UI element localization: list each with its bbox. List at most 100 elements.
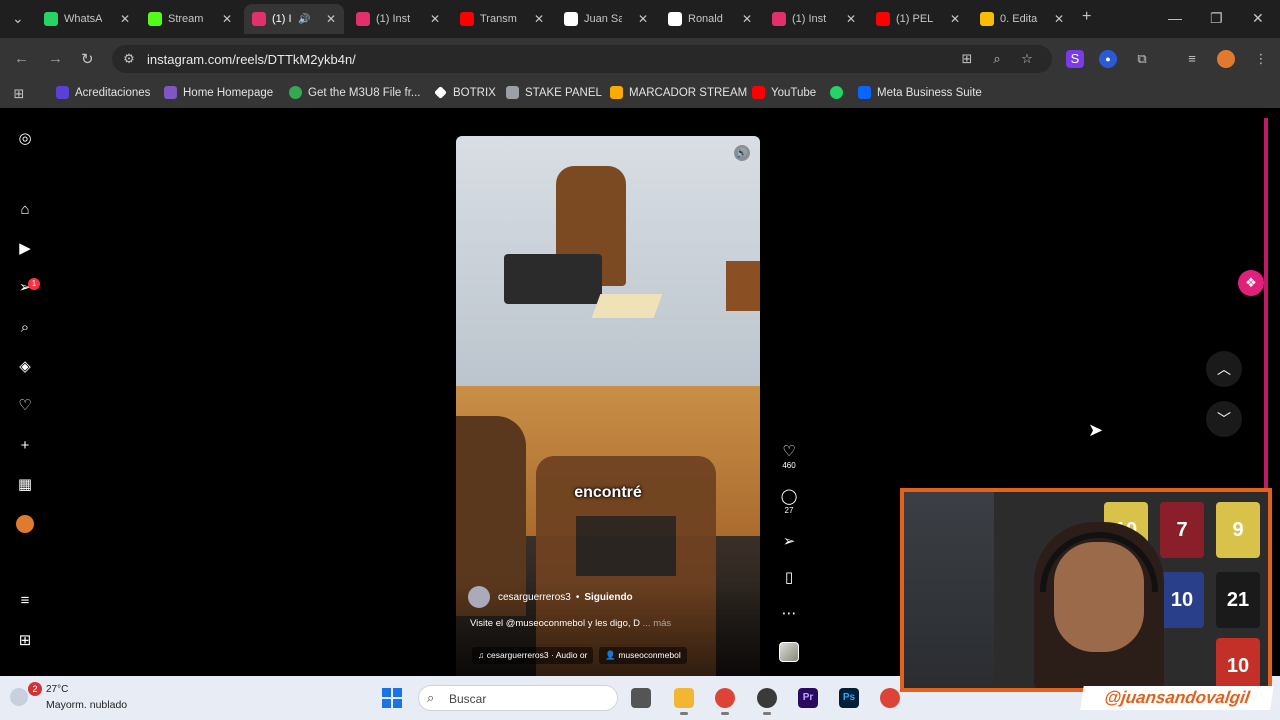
back-icon[interactable]: ← xyxy=(14,50,29,67)
tab-6[interactable]: Ronald ✕ xyxy=(660,4,760,34)
close-tab-icon[interactable]: ✕ xyxy=(742,12,752,26)
chrome-profile-icon[interactable] xyxy=(880,688,900,708)
extension-s-icon[interactable]: S xyxy=(1066,50,1084,68)
comment-button[interactable]: ◯ 27 xyxy=(778,487,800,515)
share-button[interactable]: ➢ xyxy=(778,532,800,550)
weather-widget[interactable]: 2 27°C Mayorm. nublado xyxy=(10,682,150,716)
previous-reel-button[interactable]: ︿ xyxy=(1206,351,1242,387)
tab-0[interactable]: WhatsA ✕ xyxy=(36,4,138,34)
create-icon[interactable]: + xyxy=(16,437,34,455)
close-window-icon[interactable]: ✕ xyxy=(1252,10,1264,27)
save-button[interactable]: ▯ xyxy=(778,568,800,586)
tagged-user-chip[interactable]: 👤 museoconmebol xyxy=(599,647,687,664)
start-button[interactable] xyxy=(382,688,402,708)
explore-icon[interactable]: ◈ xyxy=(16,358,34,376)
audio-chip[interactable]: ♫ cesarguerreros3 · Audio or xyxy=(472,647,594,664)
video-caption: encontré xyxy=(574,484,642,501)
next-reel-button[interactable]: ﹀ xyxy=(1206,401,1242,437)
reel-audio-row: ♫ cesarguerreros3 · Audio or 👤 museoconm… xyxy=(472,647,687,664)
notifications-heart-icon[interactable]: ♡ xyxy=(16,397,34,415)
tab-9[interactable]: 0. Edita ✕ xyxy=(972,4,1072,34)
apps-grid-icon[interactable]: ⊞ xyxy=(10,85,28,103)
dashboard-icon[interactable]: ▦ xyxy=(16,476,34,494)
video-book xyxy=(591,294,663,318)
bookmark-stake-panel[interactable]: STAKE PANEL xyxy=(506,86,602,99)
close-tab-icon[interactable]: ✕ xyxy=(638,12,648,26)
youtube-icon xyxy=(876,12,890,26)
mouse-cursor-icon: ➤ xyxy=(1088,420,1104,440)
tab-8[interactable]: (1) PEL ✕ xyxy=(868,4,968,34)
tab-5[interactable]: Juan Sa ✕ xyxy=(556,4,656,34)
author-avatar[interactable] xyxy=(468,586,490,608)
tagged-label: museoconmebol xyxy=(618,650,681,660)
profile-avatar[interactable] xyxy=(16,515,34,533)
more-menu-icon[interactable]: ≡ xyxy=(16,592,34,610)
new-tab-icon[interactable]: + xyxy=(1082,8,1091,26)
close-tab-icon[interactable]: ✕ xyxy=(326,12,336,26)
bookmark-botrix[interactable]: BOTRIX xyxy=(434,86,496,99)
bookmark-m3u8[interactable]: Get the M3U8 File fr... xyxy=(289,86,420,99)
bookmark-star-icon[interactable]: ☆ xyxy=(1018,50,1036,68)
jersey-5: 21 xyxy=(1216,572,1260,628)
jersey-2: 7 xyxy=(1160,502,1204,558)
reload-icon[interactable]: ↻ xyxy=(81,50,94,68)
minimize-icon[interactable]: — xyxy=(1168,10,1182,26)
tab-4[interactable]: Transm ✕ xyxy=(452,4,552,34)
profile-avatar[interactable] xyxy=(1217,50,1235,68)
site-info-icon[interactable]: ⚙ xyxy=(120,50,138,68)
tab-search-icon[interactable]: ⌄ xyxy=(12,10,24,27)
tab-2-active[interactable]: (1) I 🔊 ✕ xyxy=(244,4,344,34)
taskbar-search[interactable]: ⌕ Buscar xyxy=(418,685,618,711)
chrome-icon[interactable] xyxy=(715,688,735,708)
more-link[interactable]: ... más xyxy=(643,618,672,629)
like-button[interactable]: ♡ 460 xyxy=(778,442,800,470)
close-tab-icon[interactable]: ✕ xyxy=(222,12,232,26)
tab-3[interactable]: (1) Inst ✕ xyxy=(348,4,448,34)
floating-extension-button[interactable]: ❖ xyxy=(1238,270,1264,296)
close-tab-icon[interactable]: ✕ xyxy=(430,12,440,26)
obs-icon[interactable] xyxy=(757,688,777,708)
task-view-icon[interactable] xyxy=(631,688,651,708)
menu-icon[interactable]: ⋮ xyxy=(1252,50,1270,68)
close-tab-icon[interactable]: ✕ xyxy=(1054,12,1064,26)
bookmark-home-homepage[interactable]: Home Homepage xyxy=(164,86,273,99)
instagram-logo-icon[interactable]: ◎ xyxy=(16,130,34,148)
close-tab-icon[interactable]: ✕ xyxy=(120,12,130,26)
instagram-icon xyxy=(356,12,370,26)
search-icon[interactable]: ⌕ xyxy=(16,319,34,337)
tab-1[interactable]: Stream ✕ xyxy=(140,4,240,34)
close-tab-icon[interactable]: ✕ xyxy=(950,12,960,26)
bookmark-meta-business[interactable]: Meta Business Suite xyxy=(858,86,982,99)
audio-thumbnail[interactable] xyxy=(779,642,799,662)
bookmark-marcador-stream[interactable]: MARCADOR STREAM xyxy=(610,86,747,99)
tab-7[interactable]: (1) Inst ✕ xyxy=(764,4,864,34)
home-icon[interactable]: ⌂ xyxy=(16,201,34,219)
media-control-icon[interactable]: ≡ xyxy=(1183,50,1201,68)
mute-toggle-icon[interactable]: 🔊 xyxy=(734,145,750,161)
photoshop-icon[interactable]: Ps xyxy=(839,688,859,708)
running-indicator xyxy=(680,712,688,715)
extensions-puzzle-icon[interactable]: ⧉ xyxy=(1133,50,1151,68)
file-explorer-icon[interactable] xyxy=(674,688,694,708)
url-text[interactable]: instagram.com/reels/DTTkM2ykb4n/ xyxy=(147,52,356,67)
install-app-icon[interactable]: ⊞ xyxy=(958,50,976,68)
threads-icon[interactable]: ⊞ xyxy=(16,632,34,650)
author-username[interactable]: cesarguerreros3 xyxy=(498,592,571,603)
instagram-icon xyxy=(772,12,786,26)
extension-blue-icon[interactable]: ● xyxy=(1099,50,1117,68)
bookmark-whatsapp[interactable] xyxy=(830,86,849,99)
zoom-icon[interactable]: ⌕ xyxy=(988,50,1006,68)
windows-logo-tile xyxy=(382,699,391,708)
close-tab-icon[interactable]: ✕ xyxy=(846,12,856,26)
bookmark-youtube[interactable]: YouTube xyxy=(752,86,816,99)
audio-playing-icon[interactable]: 🔊 xyxy=(298,14,310,25)
restore-icon[interactable]: ❐ xyxy=(1210,10,1223,27)
forward-icon[interactable]: → xyxy=(48,50,63,67)
bookmark-acreditaciones[interactable]: Acreditaciones xyxy=(56,86,150,99)
premiere-icon[interactable]: Pr xyxy=(798,688,818,708)
jersey-4: 10 xyxy=(1160,572,1204,628)
more-options-button[interactable]: ⋯ xyxy=(778,604,800,622)
follow-status[interactable]: Siguiendo xyxy=(584,592,632,603)
close-tab-icon[interactable]: ✕ xyxy=(534,12,544,26)
reels-icon[interactable]: ▶ xyxy=(16,240,34,258)
